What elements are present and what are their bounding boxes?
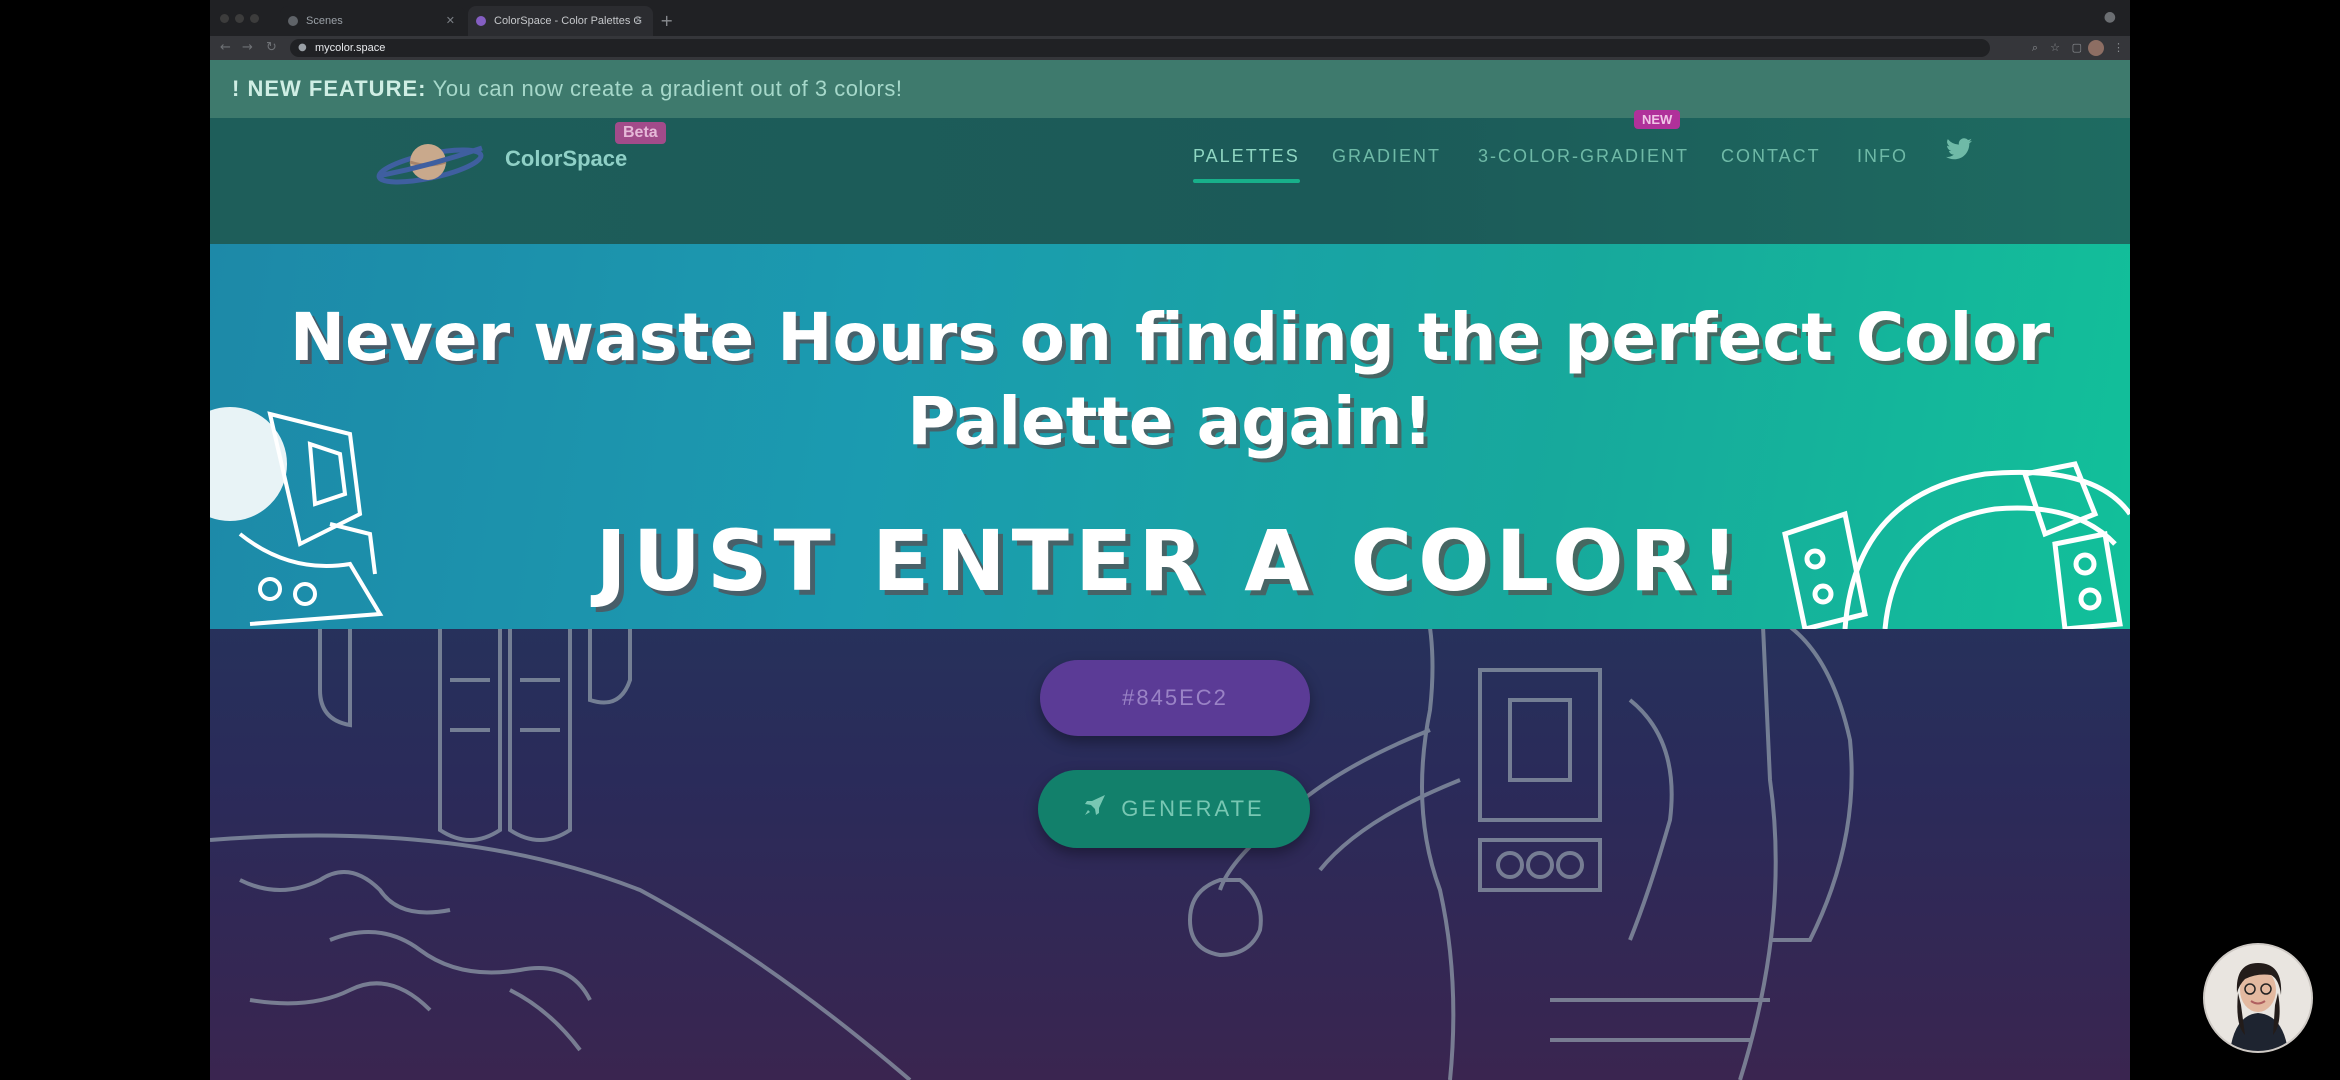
hero-cta-text: JUST ENTER A COLOR! — [595, 512, 1745, 610]
nav-palettes[interactable]: PALETTES — [1193, 146, 1300, 183]
extension-icon[interactable]: ▢ — [2072, 36, 2082, 60]
announcement-text: You can now create a gradient out of 3 c… — [426, 76, 903, 101]
new-badge: NEW — [1634, 110, 1681, 129]
window-zoom-dot[interactable] — [250, 14, 259, 23]
webcam-overlay-avatar — [2203, 943, 2313, 1053]
color-input[interactable]: #845EC2 — [1040, 660, 1310, 736]
hero-banner: Never waste Hours on finding the perfect… — [210, 244, 2130, 629]
forward-arrow-icon[interactable]: → — [242, 36, 253, 60]
announcement-bar[interactable]: ! NEW FEATURE: You can now create a grad… — [210, 60, 2130, 118]
nav-3-color-gradient[interactable]: 3-COLOR-GRADIENT — [1478, 146, 1689, 167]
address-toolbar: ← → ↻ ● mycolor.space ⌕ ☆ ▢ ⋮ — [210, 36, 2130, 60]
url-text[interactable]: mycolor.space — [315, 36, 385, 60]
hero-headline: Never waste Hours on finding the perfect… — [210, 296, 2130, 464]
tab-label: Scenes — [306, 15, 343, 27]
menu-dots-icon[interactable]: ⋮ — [2113, 36, 2124, 60]
new-tab-plus-icon[interactable]: + — [660, 6, 673, 36]
tab-colorspace[interactable]: ColorSpace - Color Palettes G ✕ — [468, 6, 653, 36]
lock-icon[interactable]: ● — [298, 36, 307, 60]
bookmark-star-icon[interactable]: ☆ — [2050, 36, 2060, 60]
rocket-icon — [1083, 771, 1107, 849]
close-tab-icon[interactable]: ✕ — [446, 6, 455, 36]
close-tab-icon[interactable]: ✕ — [634, 6, 643, 36]
tab-favicon-icon — [476, 16, 486, 26]
hero-headline-line-1: Never waste Hours on finding the perfect… — [289, 299, 2051, 376]
nav-contact[interactable]: CONTACT — [1721, 146, 1821, 167]
zoom-icon[interactable]: ⌕ — [2032, 36, 2038, 60]
planet-logo-icon[interactable] — [370, 132, 490, 192]
tab-favicon-icon — [288, 16, 298, 26]
site-header: ColorSpace Beta PALETTES GRADIENT 3-COLO… — [210, 110, 2130, 244]
window-close-dot[interactable] — [220, 14, 229, 23]
back-arrow-icon[interactable]: ← — [220, 36, 231, 60]
website: ! NEW FEATURE: You can now create a grad… — [210, 60, 2130, 1080]
nav-info[interactable]: INFO — [1857, 146, 1908, 167]
browser-window: Scenes ✕ ColorSpace - Color Palettes G ✕… — [210, 0, 2130, 1080]
tab-scenes[interactable]: Scenes ✕ — [280, 6, 465, 36]
nav-gradient[interactable]: GRADIENT — [1332, 146, 1441, 167]
tab-search-icon[interactable]: ● — [2104, 9, 2116, 25]
twitter-icon[interactable] — [1946, 138, 1972, 164]
beta-badge: Beta — [615, 122, 666, 144]
brand-name[interactable]: ColorSpace — [505, 146, 627, 172]
generate-button[interactable]: GENERATE — [1038, 770, 1310, 848]
window-minimize-dot[interactable] — [235, 14, 244, 23]
profile-avatar[interactable] — [2088, 40, 2104, 56]
tab-label: ColorSpace - Color Palettes G — [494, 15, 642, 27]
omnibox[interactable] — [290, 39, 1990, 57]
generate-label: GENERATE — [1121, 796, 1265, 821]
tab-bar: Scenes ✕ ColorSpace - Color Palettes G ✕… — [210, 0, 2130, 36]
announcement-label: ! NEW FEATURE: — [232, 76, 427, 101]
hero-headline-line-2: Palette again! — [907, 383, 1433, 460]
reload-icon[interactable]: ↻ — [266, 36, 277, 60]
